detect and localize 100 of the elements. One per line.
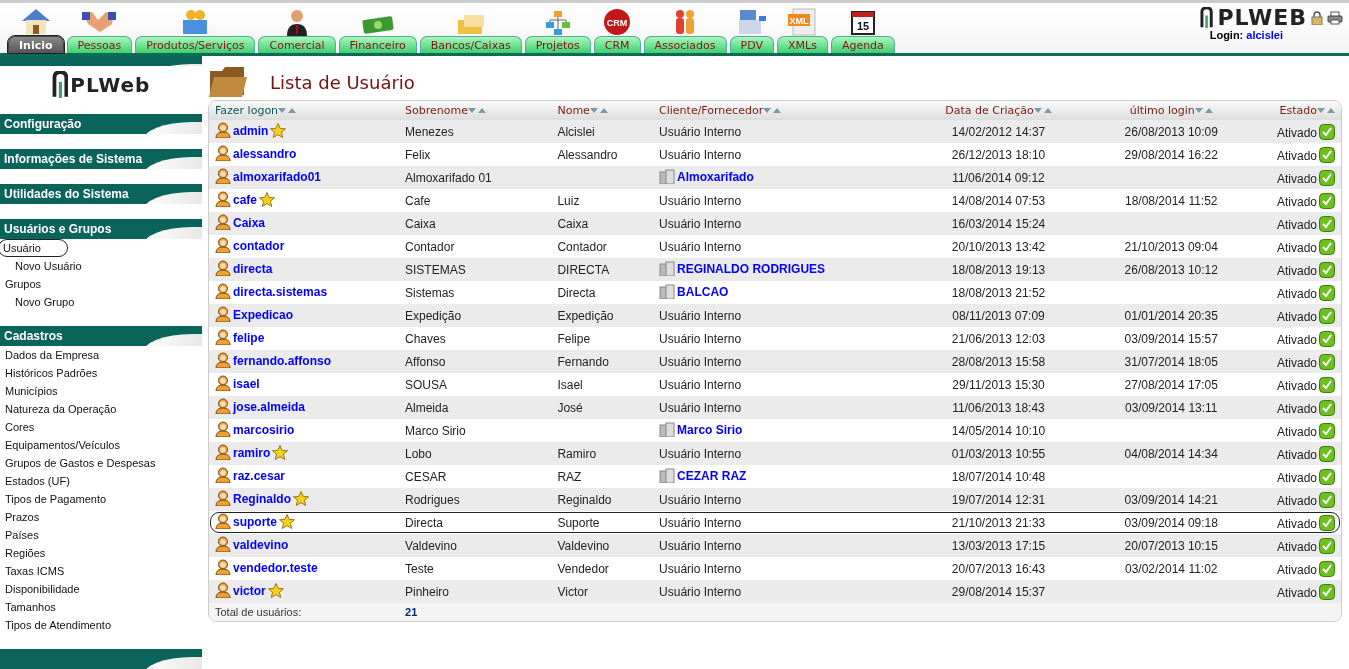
menu-item[interactable]: Municípios (0, 382, 63, 400)
table-row[interactable]: raz.cesar CESAR RAZ CEZAR RAZ 18/07/2014 10:48 Ativado (209, 465, 1341, 488)
status-text: Ativado (1276, 171, 1317, 186)
user-link[interactable]: alcislei (1246, 29, 1283, 41)
nav-tab[interactable]: Projetos (524, 36, 591, 53)
supplier-link[interactable]: BALCAO (677, 284, 729, 299)
user-icon (215, 260, 231, 276)
table-cell: 03/09/2014 14:21 (1124, 492, 1218, 507)
table-row[interactable]: valdevino Valdevino Valdevino Usuário Interno 13/03/2013 17:15 20/07/2013 10:15 Ativado (209, 534, 1341, 557)
table-cell: Felipe (557, 331, 591, 346)
menu-item[interactable]: Novo Usuário (0, 257, 87, 275)
table-cell: 03/02/2014 11:02 (1125, 561, 1218, 576)
table-row[interactable]: marcosirio Marco Sirio Marco Sirio 14/05/2014 10:10 Ativado (209, 419, 1341, 442)
menu-item[interactable]: Históricos Padrões (0, 364, 103, 382)
table-cell: Usuário Interno (659, 377, 742, 392)
menu-item[interactable]: Tamanhos (0, 598, 61, 616)
user-login-link[interactable]: cafe (233, 193, 258, 207)
user-icon (215, 375, 231, 391)
user-login-link[interactable]: Caixa (233, 216, 266, 230)
nav-tab[interactable]: Produtos/Serviços (135, 36, 256, 53)
nav-tab[interactable]: Inicio (8, 36, 64, 53)
table-cell: Usuário Interno (659, 538, 742, 553)
table-row[interactable]: suporte Directa Suporte Usuário Interno 21/10/2013 21:33 03/09/2014 09:18 Ativado (209, 511, 1341, 534)
table-row[interactable]: jose.almeida Almeida José Usuário Interno 11/06/2013 18:43 03/09/2014 13:11 Ativado (209, 396, 1341, 419)
user-login-link[interactable]: alessandro (233, 147, 297, 161)
org-chart-icon (544, 10, 571, 36)
nav-tab[interactable]: CRM (593, 36, 641, 53)
menu-item[interactable]: Disponibilidade (0, 580, 85, 598)
table-row[interactable]: alessandro Felix Alessandro Usuário Interno 26/12/2013 18:10 29/08/2014 16:22 Ativado (209, 143, 1341, 166)
supplier-link[interactable]: CEZAR RAZ (677, 468, 747, 483)
table-row[interactable]: Expedicao Expedição Expedição Usuário Interno 08/11/2013 07:09 01/01/2014 20:35 Ativado (209, 304, 1341, 327)
nav-tab[interactable]: Agenda (830, 36, 895, 53)
menu-item[interactable]: Tipos de Atendimento (0, 616, 116, 634)
user-icon (215, 214, 231, 230)
user-login-link[interactable]: felipe (233, 331, 265, 345)
user-login-link[interactable]: jose.almeida (233, 400, 306, 414)
menu-item[interactable]: Novo Grupo (0, 293, 80, 311)
user-login-link[interactable]: contador (233, 239, 285, 253)
menu-item[interactable]: Equipamentos/Veículos (0, 436, 125, 454)
table-row[interactable]: ramiro Lobo Ramiro Usuário Interno 01/03/2013 10:55 04/08/2014 14:34 Ativado (209, 442, 1341, 465)
printer-icon[interactable] (1327, 11, 1343, 25)
table-row[interactable]: directa SISTEMAS DIRECTA REGINALDO RODRIGUES 18/08/2013 19:13 26/08/2013 10:12 Ativado (209, 258, 1341, 281)
nav-tab[interactable]: Bancos/Caixas (419, 36, 522, 53)
menu-item[interactable]: Natureza da Operação (0, 400, 122, 418)
nav-tab[interactable]: Comercial (258, 36, 336, 53)
supplier-link[interactable]: Marco Sirio (677, 422, 743, 437)
user-login-link[interactable]: victor (233, 584, 266, 598)
table-cell: Fernando (557, 354, 609, 369)
menu-item[interactable]: Estados (UF) (0, 472, 75, 490)
user-login-link[interactable]: fernando.affonso (233, 354, 331, 368)
user-icon (215, 237, 231, 253)
table-cell: 11/06/2014 09:12 (952, 170, 1045, 185)
supplier-link[interactable]: REGINALDO RODRIGUES (677, 261, 826, 276)
user-login-link[interactable]: valdevino (233, 538, 289, 552)
lock-icon[interactable] (1311, 11, 1323, 25)
nav-tab[interactable]: Associados (643, 36, 727, 53)
table-row[interactable]: victor Pinheiro Victor Usuário Interno 29/08/2014 15:37 Ativado (209, 580, 1341, 603)
table-cell: Directa (405, 515, 444, 530)
crm-badge-icon: CRM (603, 8, 632, 36)
status-text: Ativado (1276, 217, 1317, 232)
menu-item[interactable]: Grupos (0, 275, 47, 293)
user-login-link[interactable]: raz.cesar (233, 469, 286, 483)
table-row[interactable]: Reginaldo Rodrigues Reginaldo Usuário Interno 19/07/2014 12:31 03/09/2014 14:21 Ativado (209, 488, 1341, 511)
user-login-link[interactable]: marcosirio (233, 423, 295, 437)
table-row[interactable]: cafe Cafe Luiz Usuário Interno 14/08/2014 07:53 18/08/2014 11:52 Ativado (209, 189, 1341, 212)
nav-tab[interactable]: PDV (729, 36, 774, 53)
supplier-link[interactable]: Almoxarifado (677, 169, 754, 184)
user-login-link[interactable]: almoxarifado01 (233, 170, 322, 184)
table-row[interactable]: felipe Chaves Felipe Usuário Interno 21/06/2013 12:03 03/09/2014 15:57 Ativado (209, 327, 1341, 350)
status-text: Ativado (1276, 355, 1317, 370)
user-login-link[interactable]: isael (233, 377, 260, 391)
user-login-link[interactable]: Expedicao (233, 308, 294, 322)
table-cell: Usuário Interno (659, 193, 742, 208)
menu-item[interactable]: Taxas ICMS (0, 562, 70, 580)
menu-item[interactable]: Grupos de Gastos e Despesas (0, 454, 161, 472)
nav-tab[interactable]: XMLs (777, 36, 828, 53)
table-row[interactable]: isael SOUSA Isael Usuário Interno 29/11/2013 15:30 27/08/2014 17:05 Ativado (209, 373, 1341, 396)
nav-tab[interactable]: Pessoas (66, 36, 133, 53)
user-login-link[interactable]: ramiro (233, 446, 271, 460)
table-row[interactable]: directa.sistemas Sistemas Directa BALCAO 18/08/2013 21:52 Ativado (209, 281, 1341, 304)
table-cell: Chaves (405, 331, 446, 346)
user-login-link[interactable]: admin (233, 124, 269, 138)
user-login-link[interactable]: directa.sistemas (233, 285, 328, 299)
table-cell: Victor (557, 584, 588, 599)
user-login-link[interactable]: vendedor.teste (233, 561, 318, 575)
table-row[interactable]: contador Contador Contador Usuário Interno 20/10/2013 13:42 21/10/2013 09:04 Ativado (209, 235, 1341, 258)
nav-tab[interactable]: Financeiro (338, 36, 417, 53)
user-login-link[interactable]: Reginaldo (233, 492, 291, 506)
table-row[interactable]: fernando.affonso Affonso Fernando Usuário Interno 28/08/2013 15:58 31/07/2014 18:05 Ativado (209, 350, 1341, 373)
user-icon (215, 582, 231, 598)
menu-item[interactable]: Tipos de Pagamento (0, 490, 112, 508)
user-login-link[interactable]: suporte (233, 515, 277, 529)
menu-item[interactable]: Regiões (0, 544, 51, 562)
menu-item[interactable]: Dados da Empresa (0, 346, 105, 364)
table-row[interactable]: vendedor.teste Teste Vendedor Usuário Interno 20/07/2013 16:43 03/02/2014 11:02 Ativado (209, 557, 1341, 580)
menu-item[interactable]: Países (0, 526, 44, 544)
user-icon (215, 306, 231, 322)
menu-item[interactable]: Cores (0, 418, 40, 436)
menu-item[interactable]: Prazos (0, 508, 45, 526)
user-login-link[interactable]: directa (233, 262, 273, 276)
